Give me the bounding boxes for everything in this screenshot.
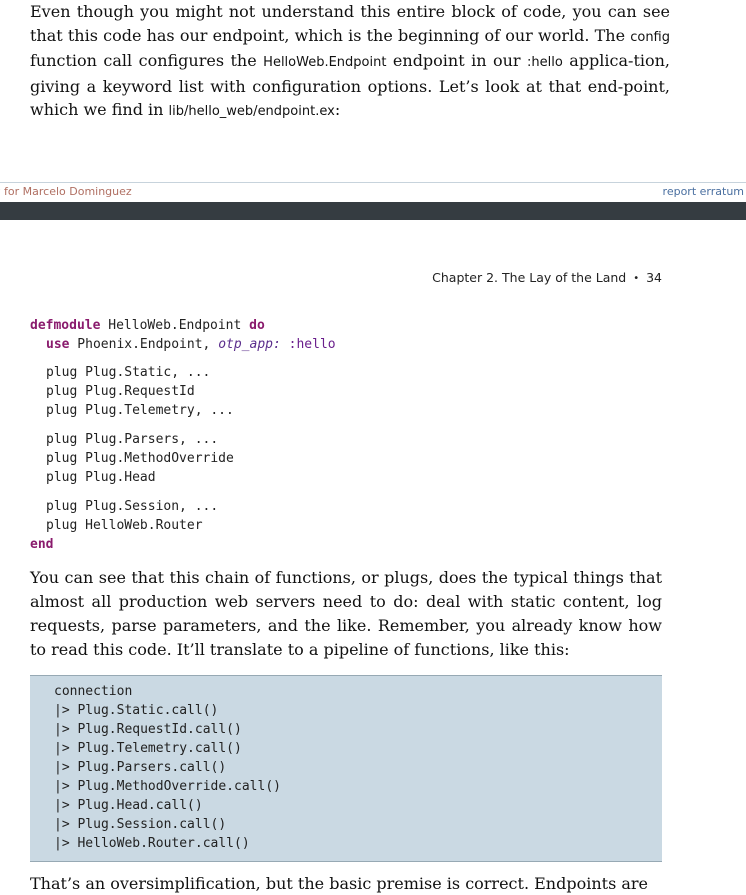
- code-line: defmodule HelloWeb.Endpoint do: [30, 316, 265, 335]
- code-line: plug Plug.Session, ...: [46, 499, 219, 514]
- truncated-paragraph: That’s an oversimplification, but the ba…: [30, 874, 649, 893]
- pipeline-line: |> Plug.Parsers.call(): [54, 760, 227, 775]
- page-number: 34: [646, 270, 662, 285]
- intro-text-1: Even though you might not understand thi…: [30, 2, 670, 45]
- code-line: plug Plug.Parsers, ...: [46, 432, 219, 447]
- module-name: HelloWeb.Endpoint: [100, 318, 250, 333]
- code-line: plug Plug.Head: [46, 470, 156, 485]
- pipeline-line: connection: [54, 684, 133, 699]
- pipeline-line: |> Plug.MethodOverride.call(): [54, 779, 281, 794]
- code-line: plug Plug.Telemetry, ...: [46, 403, 234, 418]
- code-line: plug HelloWeb.Router: [46, 518, 203, 533]
- code-line: plug Plug.MethodOverride: [46, 451, 234, 466]
- pipeline-line: |> Plug.Static.call(): [54, 703, 219, 718]
- pipeline-line: |> Plug.Telemetry.call(): [54, 741, 242, 756]
- keyword-defmodule: defmodule: [30, 318, 101, 333]
- pipeline-line: |> Plug.Head.call(): [54, 798, 203, 813]
- use-module: Phoenix.Endpoint,: [69, 337, 219, 352]
- keyword-arg: otp_app:: [218, 337, 281, 352]
- atom-hello: :hello: [280, 337, 336, 352]
- code-line: plug Plug.Static, ...: [46, 365, 211, 380]
- pipeline-line: |> Plug.RequestId.call(): [54, 722, 242, 737]
- pipeline-line: |> Plug.Session.call(): [54, 817, 227, 832]
- chapter-title: Chapter 2. The Lay of the Land: [432, 270, 627, 285]
- report-erratum-link[interactable]: report erratum: [663, 185, 744, 198]
- page-header: Chapter 2. The Lay of the Land • 34: [432, 270, 662, 285]
- pipeline-code-block: connection |> Plug.Static.call() |> Plug…: [30, 675, 662, 862]
- keyword-do: do: [249, 318, 265, 333]
- inline-code-hello: :hello: [527, 55, 563, 70]
- keyword-use: use: [46, 337, 70, 352]
- intro-text-3: endpoint in our: [386, 51, 528, 70]
- bullet-separator: •: [633, 273, 640, 284]
- intro-text-5: :: [334, 100, 341, 119]
- inline-code-path: lib/hello_web/endpoint.ex: [168, 104, 335, 119]
- code-line: use Phoenix.Endpoint, otp_app: :hello: [46, 335, 336, 354]
- page-break-divider: [0, 202, 746, 220]
- keyword-end: end: [30, 537, 54, 552]
- inline-code-config: config: [630, 29, 670, 45]
- license-text: y for Marcelo Dominguez: [0, 185, 132, 198]
- code-line: plug Plug.RequestId: [46, 384, 195, 399]
- body-paragraph: You can see that this chain of functions…: [30, 568, 662, 659]
- inline-code-endpoint: HelloWeb.Endpoint: [263, 55, 387, 70]
- intro-paragraph: Even though you might not understand thi…: [30, 0, 670, 124]
- page-footer: y for Marcelo Dominguez report erratum: [0, 182, 746, 202]
- pipeline-line: |> HelloWeb.Router.call(): [54, 836, 250, 851]
- intro-text-2: function call configures the: [30, 51, 264, 70]
